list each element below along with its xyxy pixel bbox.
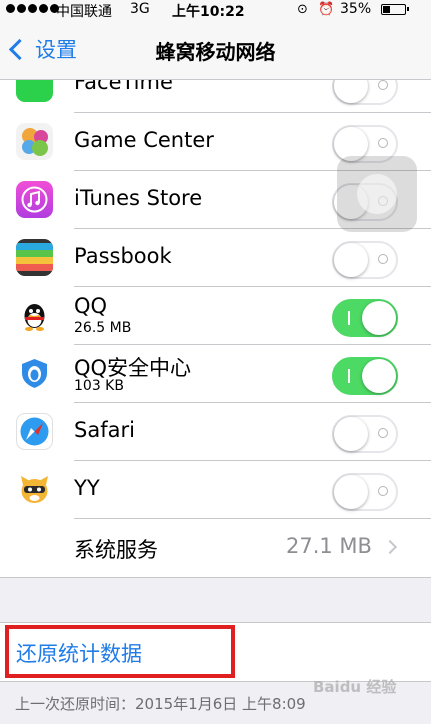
qq-icon	[16, 297, 53, 334]
toggle-knob	[362, 301, 396, 335]
list-item-qq: QQ 26.5 MB	[0, 287, 431, 345]
rotation-lock-icon: ⊙	[297, 2, 308, 17]
navigation-bar: 设置 蜂窝移动网络	[0, 20, 431, 80]
off-indicator	[378, 486, 388, 496]
list-item-safari: Safari	[0, 403, 431, 461]
alarm-icon: ⏰	[318, 2, 335, 17]
game-center-icon	[16, 123, 53, 160]
list-item-qq-security: QQ安全中心 103 KB	[0, 345, 431, 403]
battery-level	[383, 6, 390, 13]
data-usage: 26.5 MB	[74, 320, 132, 336]
page-title: 蜂窝移动网络	[155, 40, 276, 64]
app-name: Game Center	[74, 128, 214, 152]
toggle-knob	[334, 417, 368, 451]
status-time: 上午10:22	[172, 4, 245, 20]
toggle-knob	[334, 243, 368, 277]
app-name: QQ	[74, 294, 108, 318]
system-services-usage: 27.1 MB	[286, 534, 372, 558]
app-cellular-list: FaceTime Game Center iTunes Store Passbo…	[0, 55, 431, 578]
off-indicator	[378, 80, 388, 90]
battery-percent: 35%	[340, 1, 372, 17]
app-name: Safari	[74, 418, 135, 442]
off-indicator	[378, 138, 388, 148]
data-usage: 103 KB	[74, 378, 124, 394]
qq-security-icon	[16, 355, 53, 392]
list-item-passbook: Passbook	[0, 229, 431, 287]
app-name: YY	[74, 476, 100, 500]
passbook-icon	[16, 239, 53, 276]
status-bar: 中国联通 3G 上午10:22 ⊙ ⏰ 35%	[0, 0, 431, 20]
toggle-knob	[362, 359, 396, 393]
watermark: Baidu 经验	[313, 678, 397, 696]
off-indicator	[378, 254, 388, 264]
last-reset-footnote: 上一次还原时间：2015年1月6日 上午8:09	[15, 695, 306, 713]
passbook-toggle[interactable]	[332, 241, 398, 279]
battery-icon	[381, 4, 409, 15]
qq-security-toggle[interactable]	[332, 357, 398, 395]
carrier-name: 中国联通	[56, 4, 112, 20]
list-item-yy: YY	[0, 461, 431, 519]
signal-strength-icon	[6, 4, 59, 13]
highlight-annotation	[5, 625, 235, 678]
itunes-store-icon	[16, 181, 53, 218]
assistive-touch-button[interactable]	[337, 156, 417, 232]
qq-toggle[interactable]	[332, 299, 398, 337]
on-indicator	[348, 369, 350, 383]
app-name: Passbook	[74, 244, 172, 268]
system-services-row[interactable]: 系统服务 27.1 MB	[0, 519, 431, 577]
system-services-label: 系统服务	[74, 538, 158, 562]
toggle-knob	[334, 475, 368, 509]
chevron-right-icon	[382, 539, 398, 555]
app-name: iTunes Store	[74, 186, 203, 210]
network-type: 3G	[130, 1, 150, 17]
on-indicator	[348, 311, 350, 325]
off-indicator	[378, 428, 388, 438]
yy-icon	[16, 471, 53, 508]
yy-toggle[interactable]	[332, 473, 398, 511]
safari-toggle[interactable]	[332, 415, 398, 453]
safari-icon	[16, 413, 53, 450]
